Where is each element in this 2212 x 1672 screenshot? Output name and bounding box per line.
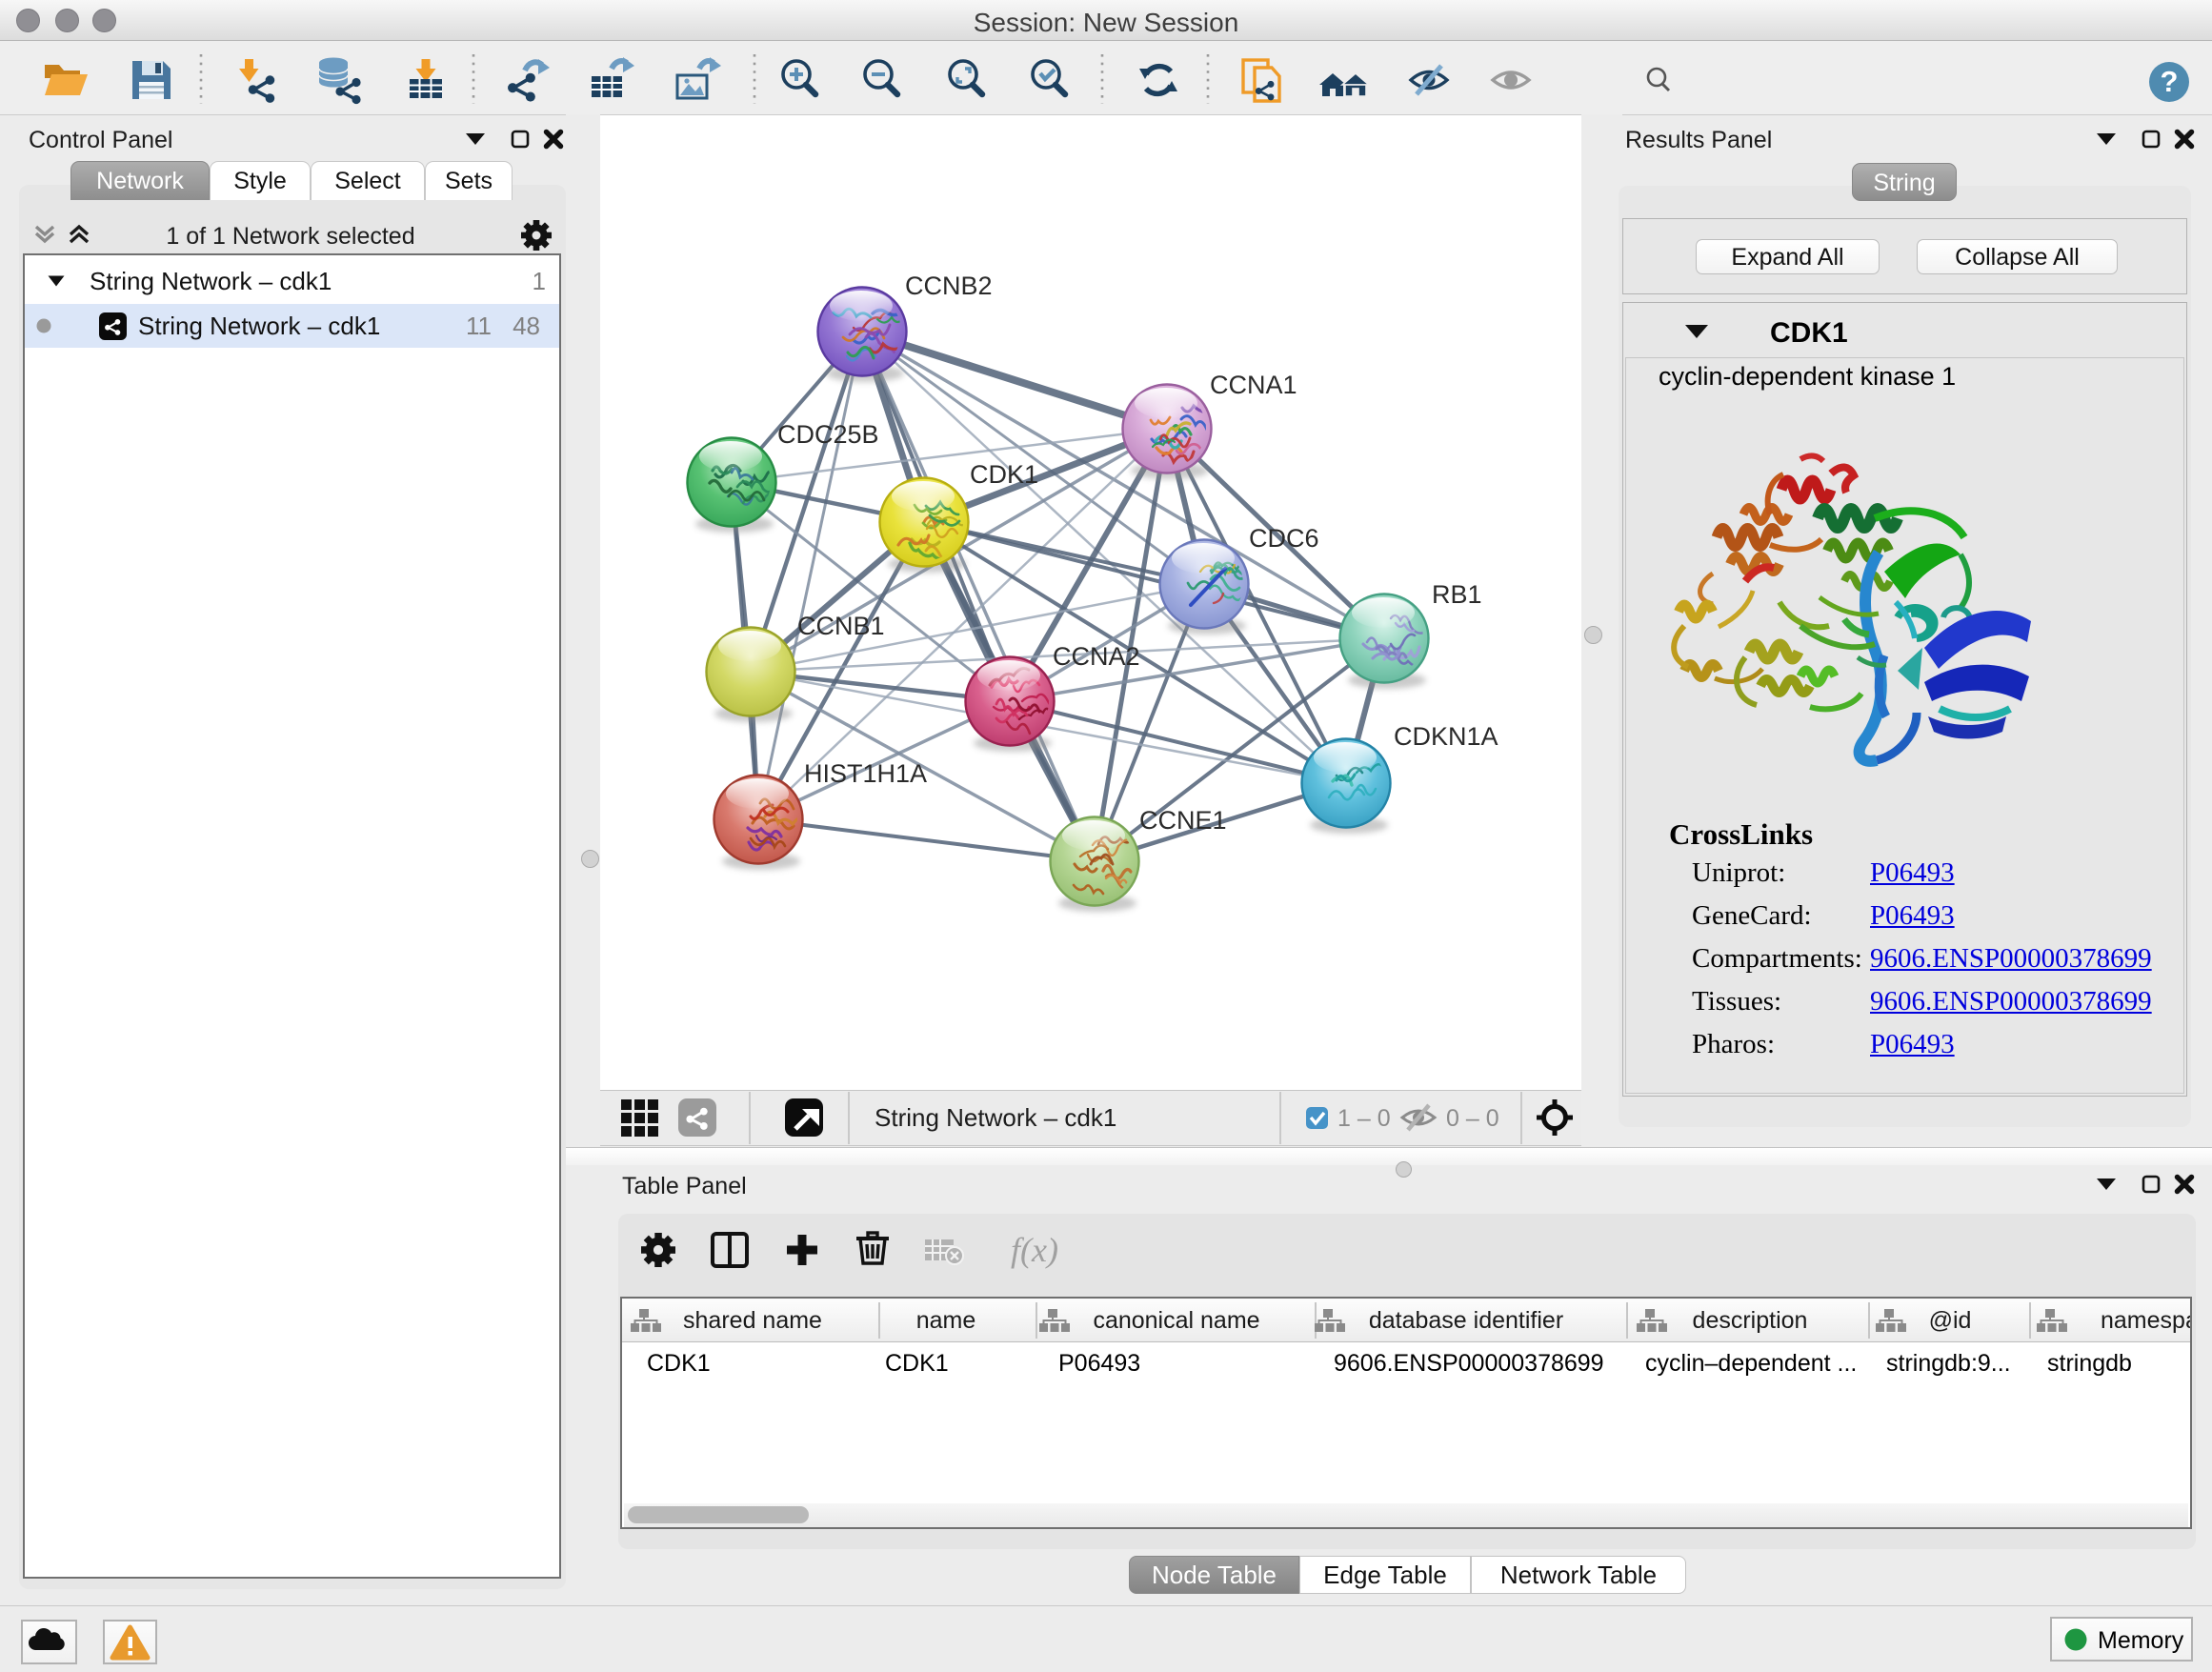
svg-text:1 of 1 Network selected: 1 of 1 Network selected xyxy=(166,223,414,250)
svg-text:?: ? xyxy=(2161,65,2179,98)
svg-text:String Network – cdk1: String Network – cdk1 xyxy=(875,1103,1116,1132)
svg-text:CDK1: CDK1 xyxy=(970,460,1038,489)
svg-text:CCNA2: CCNA2 xyxy=(1053,642,1140,671)
svg-text:1: 1 xyxy=(533,267,546,295)
svg-text:description: description xyxy=(1693,1307,1808,1334)
svg-text:f(x): f(x) xyxy=(1011,1231,1058,1269)
svg-text:String Network – cdk1: String Network – cdk1 xyxy=(138,312,380,340)
svg-text:@id: @id xyxy=(1929,1307,1972,1334)
svg-text:name: name xyxy=(916,1307,976,1334)
svg-text:CCNB1: CCNB1 xyxy=(797,612,885,640)
svg-text:RB1: RB1 xyxy=(1432,580,1482,609)
svg-text:CDC6: CDC6 xyxy=(1249,524,1319,553)
svg-text:CCNE1: CCNE1 xyxy=(1139,806,1227,835)
svg-text:database identifier: database identifier xyxy=(1369,1307,1563,1334)
svg-text:1 – 0: 1 – 0 xyxy=(1337,1105,1391,1132)
svg-text:11: 11 xyxy=(466,312,492,340)
svg-text:CDKN1A: CDKN1A xyxy=(1394,722,1498,751)
svg-text:48: 48 xyxy=(513,312,540,340)
svg-text:0 – 0: 0 – 0 xyxy=(1446,1105,1499,1132)
svg-text:shared name: shared name xyxy=(683,1307,822,1334)
svg-text:CCNB2: CCNB2 xyxy=(905,272,993,300)
svg-text:Memory: Memory xyxy=(2098,1627,2184,1654)
svg-text:String Network – cdk1: String Network – cdk1 xyxy=(90,267,332,295)
svg-text:CDC25B: CDC25B xyxy=(777,420,879,449)
svg-text:HIST1H1A: HIST1H1A xyxy=(804,759,927,788)
svg-text:namespac: namespac xyxy=(2101,1307,2190,1334)
svg-text:CCNA1: CCNA1 xyxy=(1210,371,1297,399)
svg-text:canonical name: canonical name xyxy=(1093,1307,1259,1334)
